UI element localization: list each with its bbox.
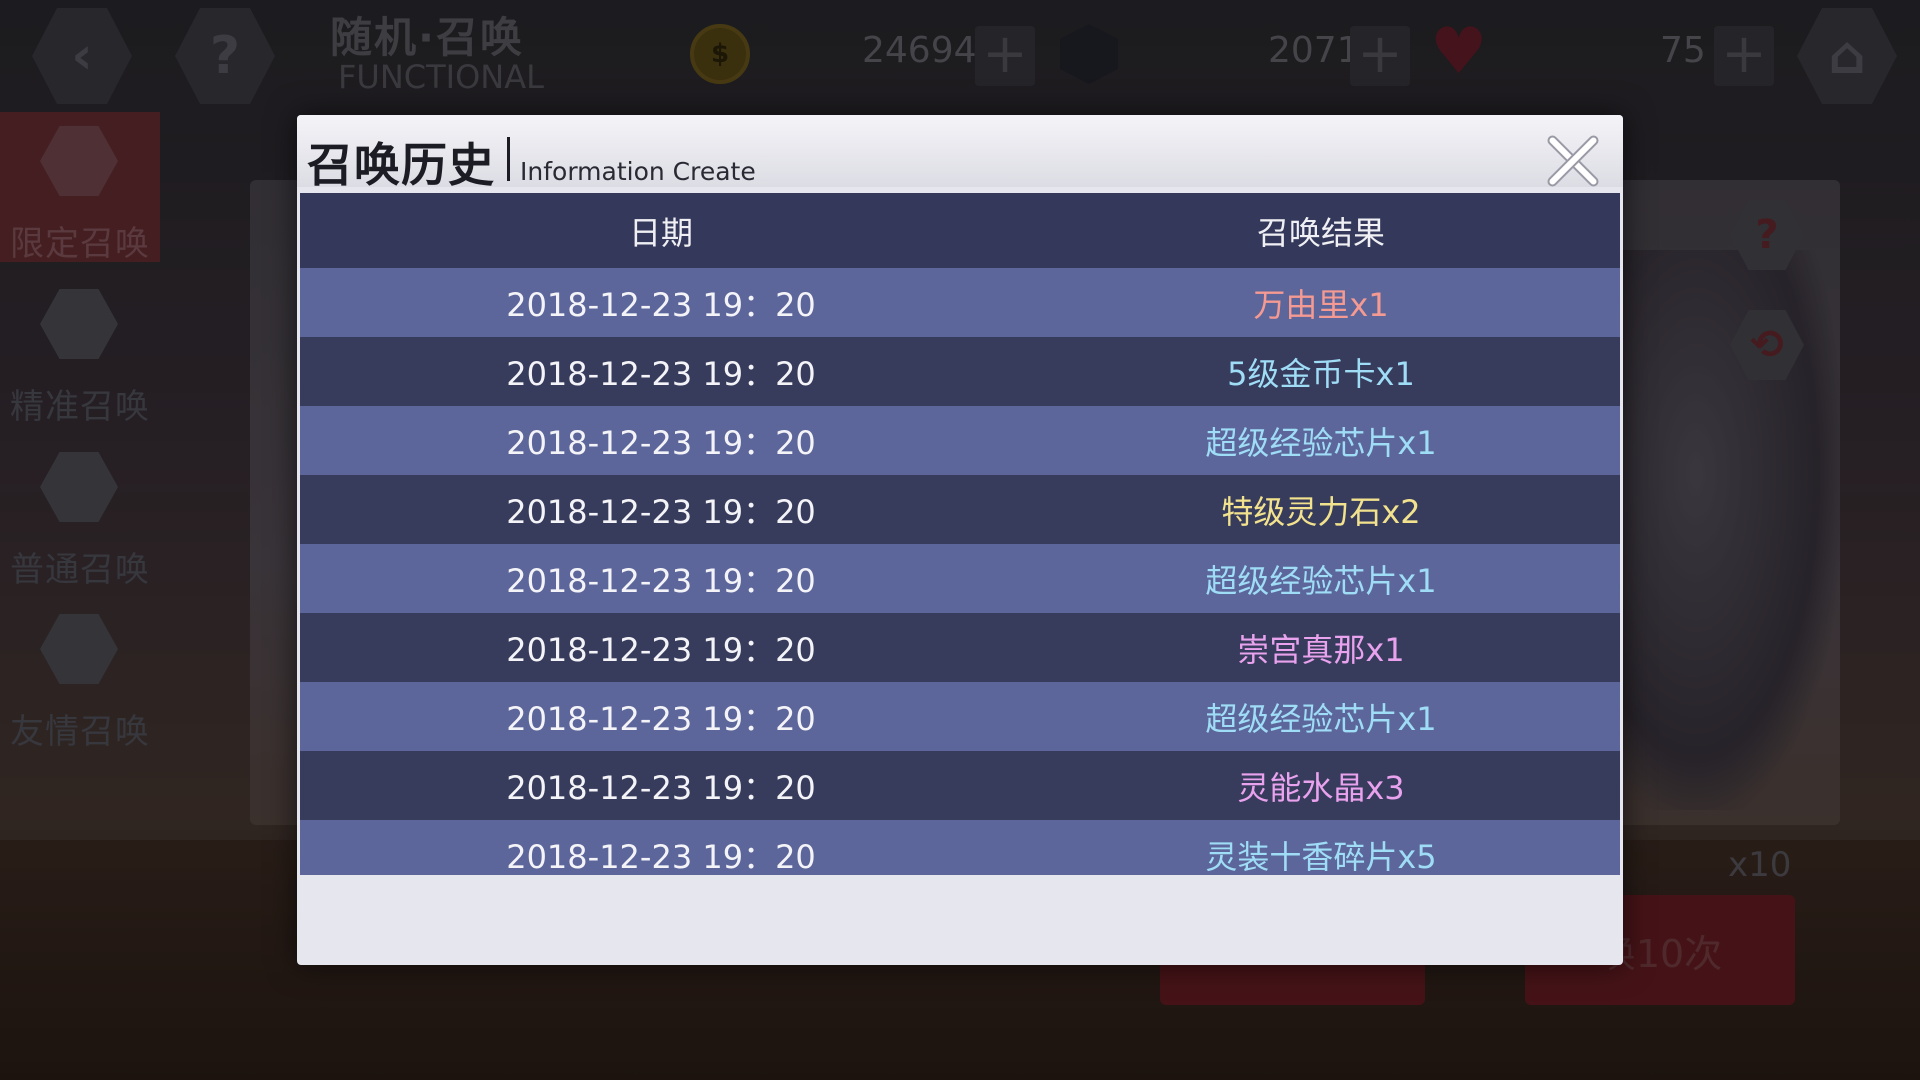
row-result: 崇宫真那x1 — [1237, 630, 1405, 669]
dialog-header: 召唤历史 Information Create — [297, 115, 1623, 192]
row-date: 2018-12-23 19：20 — [506, 285, 816, 324]
row-date: 2018-12-23 19：20 — [506, 561, 816, 600]
close-icon[interactable] — [1545, 133, 1601, 189]
column-header-result: 召唤结果 — [1256, 213, 1385, 252]
dialog-subtitle: Information Create — [520, 157, 756, 186]
table-row: 2018-12-23 19：20 特级灵力石x2 — [300, 475, 1620, 544]
row-result: 特级灵力石x2 — [1221, 492, 1421, 531]
row-date: 2018-12-23 19：20 — [506, 354, 816, 393]
table-row: 2018-12-23 19：20 灵装十香碎片x5 — [300, 820, 1620, 875]
table-body: 2018-12-23 19：20 万由里x1 2018-12-23 19：20 5级金… — [300, 268, 1620, 875]
row-result: 超级经验芯片x1 — [1205, 423, 1437, 462]
dialog-title: 召唤历史 — [307, 138, 495, 192]
row-date: 2018-12-23 19：20 — [506, 492, 816, 531]
table-row: 2018-12-23 19：20 超级经验芯片x1 — [300, 682, 1620, 751]
row-result: 5级金币卡x1 — [1227, 354, 1415, 393]
row-date: 2018-12-23 19：20 — [506, 768, 816, 807]
row-result: 超级经验芯片x1 — [1205, 699, 1437, 738]
row-date: 2018-12-23 19：20 — [506, 699, 816, 738]
table-row: 2018-12-23 19：20 灵能水晶x3 — [300, 751, 1620, 820]
table-row: 2018-12-23 19：20 5级金币卡x1 — [300, 337, 1620, 406]
row-result: 万由里x1 — [1253, 285, 1389, 324]
history-table: 日期 召唤结果 2018-12-23 19：20 万由里x1 2018-12-23 … — [300, 193, 1620, 875]
table-row: 2018-12-23 19：20 崇宫真那x1 — [300, 613, 1620, 682]
row-date: 2018-12-23 19：20 — [506, 837, 816, 876]
row-result: 灵能水晶x3 — [1237, 768, 1405, 807]
row-result: 灵装十香碎片x5 — [1205, 837, 1437, 876]
table-header: 日期 召唤结果 — [300, 193, 1620, 268]
row-result: 超级经验芯片x1 — [1205, 561, 1437, 600]
title-divider — [507, 137, 510, 181]
row-date: 2018-12-23 19：20 — [506, 630, 816, 669]
table-row: 2018-12-23 19：20 万由里x1 — [300, 268, 1620, 337]
column-header-date: 日期 — [628, 213, 693, 252]
table-row: 2018-12-23 19：20 超级经验芯片x1 — [300, 406, 1620, 475]
table-row: 2018-12-23 19：20 超级经验芯片x1 — [300, 544, 1620, 613]
summon-history-dialog: 召唤历史 Information Create 日期 召唤结果 2018-12-… — [297, 115, 1623, 965]
row-date: 2018-12-23 19：20 — [506, 423, 816, 462]
